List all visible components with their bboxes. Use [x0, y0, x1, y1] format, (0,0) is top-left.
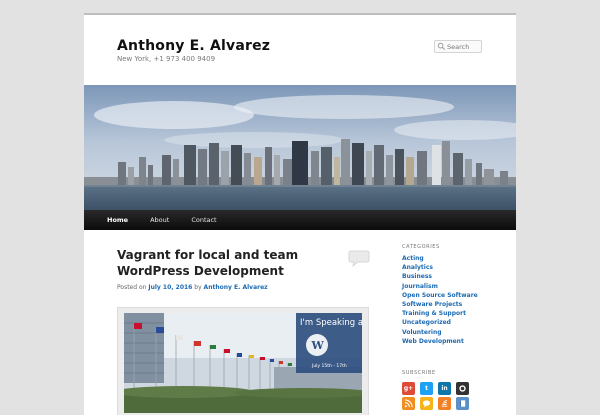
nav-contact[interactable]: Contact — [180, 210, 227, 230]
category-link[interactable]: Software Projects — [402, 300, 512, 309]
google-plus-icon[interactable]: g+ — [402, 382, 415, 395]
svg-text:W: W — [311, 339, 325, 352]
category-link[interactable]: Web Development — [402, 337, 512, 346]
post-date-link[interactable]: July 10, 2016 — [148, 284, 192, 291]
category-link[interactable]: Uncategorized — [402, 318, 512, 327]
search-box[interactable] — [434, 40, 482, 53]
sidebar: CATEGORIES Acting Analytics Business Jou… — [402, 244, 512, 346]
chat-bubble-icon[interactable] — [420, 397, 433, 410]
stack-overflow-icon[interactable] — [438, 397, 451, 410]
header-skyline-image — [84, 85, 516, 210]
nav-about[interactable]: About — [139, 210, 180, 230]
promo-dates: July 15th - 17th — [311, 363, 347, 369]
post-meta-by: by — [194, 284, 202, 291]
site-title[interactable]: Anthony E. Alvarez — [117, 38, 270, 54]
twitter-icon[interactable]: t — [420, 382, 433, 395]
search-input[interactable] — [446, 42, 481, 51]
search-icon — [437, 42, 446, 51]
category-link[interactable]: Acting — [402, 254, 512, 263]
post-author-link[interactable]: Anthony E. Alvarez — [204, 284, 268, 291]
category-link[interactable]: Business — [402, 272, 512, 281]
category-link[interactable]: Voluntering — [402, 328, 512, 337]
subscribe-title: SUBSCRIBE — [402, 370, 436, 376]
comment-bubble-icon[interactable] — [348, 249, 370, 267]
linkedin-icon[interactable]: in — [438, 382, 451, 395]
category-link[interactable]: Open Source Software — [402, 291, 512, 300]
featured-image-graphic: I'm Speaking at W July 15th - 17th — [124, 313, 362, 413]
nav-home[interactable]: Home — [97, 210, 139, 230]
rss-icon[interactable] — [402, 397, 415, 410]
page-container: Anthony E. Alvarez New York, +1 973 400 … — [84, 13, 516, 415]
post-meta: Posted on July 10, 2016 by Anthony E. Al… — [117, 284, 268, 291]
categories-list: Acting Analytics Business Journalism Ope… — [402, 254, 512, 346]
categories-title: CATEGORIES — [402, 244, 440, 250]
post-title[interactable]: Vagrant for local and team WordPress Dev… — [117, 247, 317, 279]
post-meta-prefix: Posted on — [117, 284, 147, 291]
github-icon[interactable] — [456, 382, 469, 395]
category-link[interactable]: Analytics — [402, 263, 512, 272]
book-icon[interactable] — [456, 397, 469, 410]
main-nav: Home About Contact — [84, 210, 516, 230]
category-link[interactable]: Training & Support — [402, 309, 512, 318]
featured-image[interactable]: I'm Speaking at W July 15th - 17th — [117, 307, 369, 415]
promo-headline: I'm Speaking at — [300, 318, 362, 328]
category-link[interactable]: Journalism — [402, 282, 512, 291]
site-description: New York, +1 973 400 9409 — [117, 55, 216, 63]
